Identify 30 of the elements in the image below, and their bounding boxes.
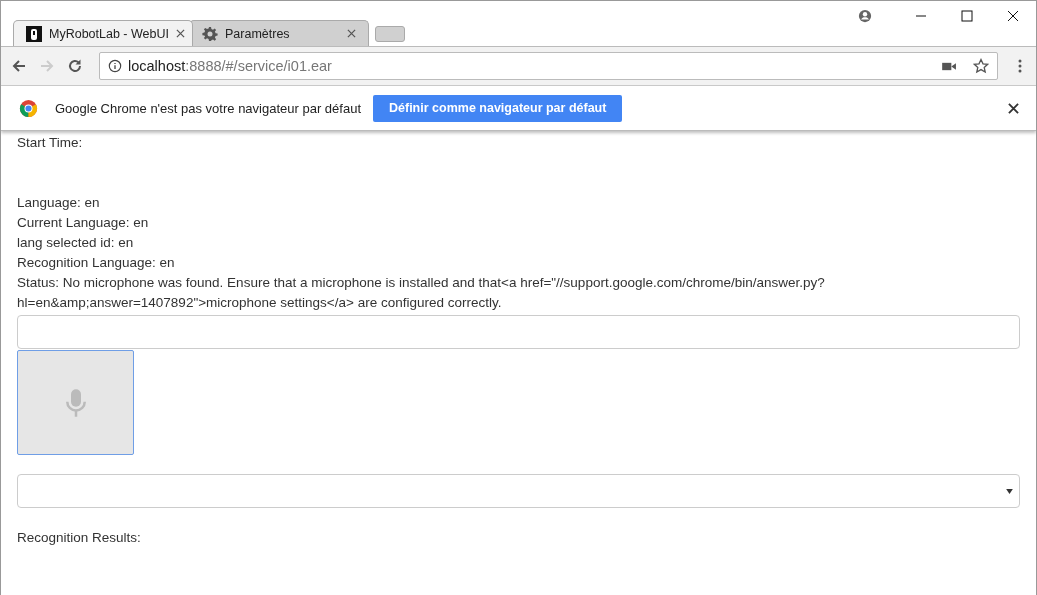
recognition-results-label: Recognition Results: bbox=[17, 529, 142, 547]
reload-icon[interactable] bbox=[67, 58, 83, 74]
browser-tab[interactable]: MyRobotLab - WebUI bbox=[13, 20, 193, 46]
infobar-message: Google Chrome n'est pas votre navigateur par défaut bbox=[55, 100, 361, 116]
microphone-icon bbox=[64, 387, 87, 418]
set-default-button[interactable]: Définir comme navigateur par défaut bbox=[373, 94, 623, 122]
close-icon[interactable] bbox=[1007, 10, 1019, 22]
close-icon[interactable] bbox=[1008, 102, 1019, 114]
start-time-label: Start Time: bbox=[17, 134, 84, 152]
info-line: lang selected id: en bbox=[17, 234, 135, 252]
maximize-icon[interactable] bbox=[961, 10, 973, 22]
chrome-logo-icon bbox=[19, 98, 38, 118]
video-camera-icon[interactable] bbox=[942, 60, 957, 72]
info-icon bbox=[108, 59, 122, 73]
address-field[interactable]: localhost:8888/#/service/i01.ear bbox=[99, 52, 998, 80]
back-arrow-icon[interactable] bbox=[11, 58, 27, 74]
status-message: Status: No microphone was found. Ensure that a microphone is installed and that<a href="//support.google.com/chrome/bin/answer.py?hl=en&amp;answer=1407892">microphone settings</a> are configured correctly. bbox=[17, 274, 826, 312]
info-line: Current Language: en bbox=[17, 214, 150, 232]
star-icon[interactable] bbox=[973, 58, 989, 74]
text-input-field[interactable] bbox=[17, 315, 1020, 349]
settings-icon bbox=[202, 25, 218, 42]
close-icon[interactable] bbox=[175, 29, 185, 38]
menu-icon[interactable] bbox=[1018, 58, 1022, 74]
tab-title: Paramètres bbox=[225, 26, 291, 41]
account-icon[interactable] bbox=[858, 9, 872, 23]
robot-icon bbox=[26, 25, 42, 42]
info-line: Recognition Language: en bbox=[17, 254, 176, 272]
tab-title: MyRobotLab - WebUI bbox=[49, 26, 169, 41]
info-line: Language: en bbox=[17, 194, 101, 212]
caret-icon bbox=[1006, 488, 1013, 494]
